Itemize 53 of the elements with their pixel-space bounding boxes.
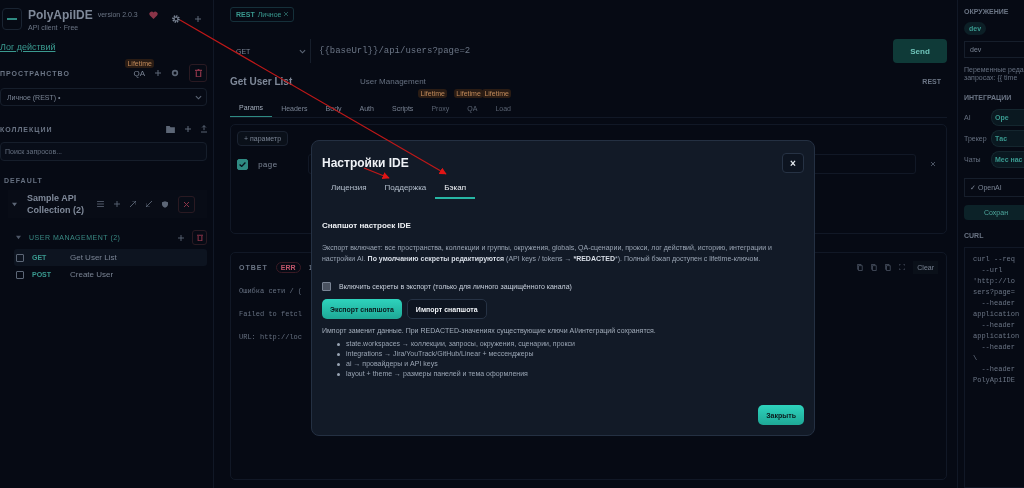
plus-icon[interactable] [114,201,120,207]
dialog-tab[interactable]: Поддержка [375,177,436,199]
expand-icon[interactable] [899,264,906,270]
close-icon [184,201,189,207]
close-button[interactable] [178,195,195,213]
action-log-link[interactable]: Лог действий [0,42,56,52]
folder-icon[interactable] [166,125,175,133]
upload-icon[interactable] [201,125,207,133]
section-heading: Снапшот настроек IDE [322,221,412,230]
checkbox[interactable] [237,158,248,170]
trash-icon [196,234,203,241]
delete-button[interactable] [192,230,207,245]
plus-icon[interactable] [185,126,191,132]
heart-icon[interactable] [148,10,158,19]
bullet-icon [337,352,340,356]
url-field[interactable]: {{baseUrl}}/api/users?page=2 [315,39,889,63]
checkbox[interactable] [322,282,331,291]
qa-button[interactable]: QA [133,68,145,78]
app-logo-icon [2,8,22,30]
collapse-icon[interactable] [12,201,17,207]
dialog-tab[interactable]: Лицензия [322,177,376,199]
copy-icon[interactable] [871,263,878,271]
delete-button[interactable] [189,64,207,82]
plus-icon[interactable] [178,234,184,241]
folder-label: User Management [360,76,427,86]
chevron-down-icon [299,48,306,54]
close-icon [284,12,289,16]
close-button[interactable]: × [782,153,804,173]
bullet-icon [337,362,340,366]
copy-icon[interactable] [885,263,892,271]
app-name: PolyApiIDE [28,7,93,22]
close-icon [931,162,935,166]
shield-icon[interactable] [162,200,168,208]
parameter-key[interactable]: page [258,159,298,169]
collection-name[interactable]: Sample API Collection (2) [27,192,87,216]
settings-icon[interactable] [171,14,181,24]
bullet-icon [337,342,340,346]
copy-icon[interactable] [857,263,864,271]
list-icon[interactable] [97,201,104,207]
dialog-title: Настройки IDE [322,156,409,170]
checkbox[interactable] [16,253,24,262]
import-icon[interactable] [146,201,152,207]
dialog-tab[interactable]: Бэкап [435,177,476,199]
plus-icon[interactable] [195,16,201,22]
bullet-icon [337,372,340,376]
chevron-down-icon [195,94,202,100]
send-button[interactable]: Send [893,39,947,63]
settings-icon[interactable] [171,69,179,77]
collapse-icon[interactable] [16,235,21,240]
trash-icon [194,69,202,77]
export-icon[interactable] [130,201,136,207]
checkbox[interactable] [16,270,24,279]
plus-icon[interactable] [155,70,161,76]
